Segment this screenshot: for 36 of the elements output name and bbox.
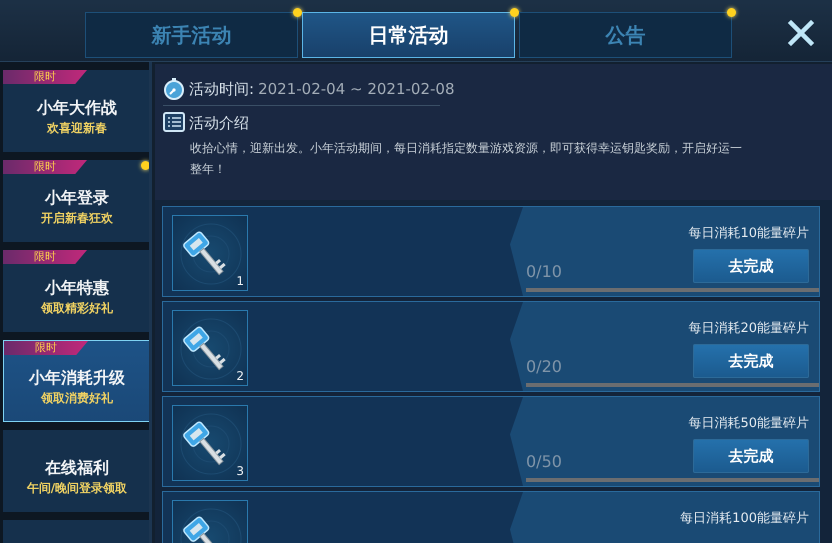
task-title: 每日消耗50能量碎片	[688, 415, 809, 433]
limited-time-badge: 限时	[4, 341, 88, 355]
task-title: 每日消耗20能量碎片	[688, 320, 809, 338]
time-label: 活动时间:	[189, 80, 254, 98]
limited-time-badge: 限时	[3, 160, 87, 174]
task-title: 每日消耗10能量碎片	[688, 225, 809, 243]
go-complete-button[interactable]: 去完成	[693, 344, 809, 378]
sidebar-item-title: 小年消耗升级	[29, 367, 125, 389]
sidebar-item-title: 在线福利	[45, 457, 109, 479]
sidebar-item-subtitle: 午间/晚间登录领取	[26, 480, 128, 497]
intro-title: 活动介绍	[189, 114, 249, 132]
task-title: 每日消耗100能量碎片	[680, 510, 809, 528]
time-value: 2021-02-04 ~ 2021-02-08	[258, 80, 455, 98]
item-count: 2	[236, 369, 244, 383]
limited-time-badge: 限时	[3, 250, 87, 264]
go-complete-button[interactable]: 去完成	[693, 439, 809, 473]
item-count: 3	[236, 464, 244, 478]
limited-time-badge: 限时	[3, 70, 87, 84]
go-complete-button[interactable]: 去完成	[693, 249, 809, 283]
sidebar-item-subtitle: 领取精彩好礼	[41, 300, 113, 317]
progress-text: 0/20	[526, 357, 562, 376]
sidebar-item[interactable]: 限时 小年消耗升级 领取消费好礼	[3, 340, 149, 422]
sidebar-item-title: 小年大作战	[37, 97, 117, 119]
sidebar-item-subtitle: 领取消费好礼	[41, 390, 113, 407]
sidebar-item[interactable]: 限时 小年大作战 欢喜迎新春	[3, 70, 149, 152]
sidebar-item-title: 小年登录	[45, 187, 109, 209]
progress-text: 0/10	[526, 262, 562, 281]
intro-text: 收拾心情，迎新出发。小年活动期间，每日消耗指定数量游戏资源，即可获得幸运钥匙奖励，开启好运一整年！	[190, 140, 743, 178]
sidebar-item-subtitle: 开启新春狂欢	[41, 210, 113, 227]
sidebar-item-subtitle: 欢喜迎新春	[47, 120, 107, 137]
sidebar-item[interactable]: 限时 小年登录 开启新春狂欢	[3, 160, 149, 242]
sidebar-item[interactable]: 限时 小年特惠 领取精彩好礼	[3, 250, 149, 332]
sidebar-item-title: 小年特惠	[45, 277, 109, 299]
item-count: 1	[236, 274, 244, 288]
progress-text: 0/50	[526, 452, 562, 471]
sidebar-item[interactable]: 在线福利 午间/晚间登录领取	[3, 430, 149, 512]
